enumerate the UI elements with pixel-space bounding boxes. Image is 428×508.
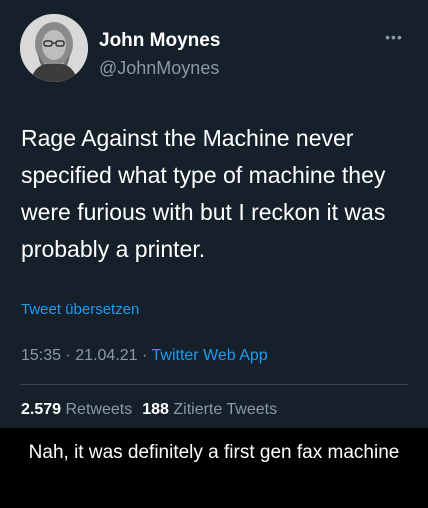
meme-caption: Nah, it was definitely a first gen fax m… [28,442,400,463]
retweets-label: Retweets [65,401,133,418]
tweet-time[interactable]: 15:35 [21,347,61,364]
meta-separator: · [142,347,148,364]
quotes-stat[interactable]: 188 Zitierte Tweets [142,401,277,418]
tweet-card: John Moynes @JohnMoynes ••• Rage Against… [0,0,428,428]
more-horizontal-icon[interactable]: ••• [378,30,410,44]
source-app-link[interactable]: Twitter Web App [152,347,268,364]
meta-separator: · [65,347,71,364]
display-name[interactable]: John Moynes [99,30,220,52]
avatar-portrait-image [20,14,88,82]
tweet-text: Rage Against the Machine never specified… [21,125,386,262]
translate-tweet-link[interactable]: Tweet übersetzen [21,301,139,319]
retweets-stat[interactable]: 2.579 Retweets [21,401,132,418]
quotes-label: Zitierte Tweets [173,401,278,418]
engagement-stats: 2.579 Retweets 188 Zitierte Tweets [21,400,277,420]
avatar[interactable] [20,14,88,82]
retweets-count: 2.579 [21,401,62,418]
quotes-count: 188 [142,401,169,418]
tweet-metadata: 15:35 · 21.04.21 · Twitter Web App [21,346,268,366]
divider [20,384,408,385]
tweet-date[interactable]: 21.04.21 [75,347,137,364]
user-handle[interactable]: @JohnMoynes [99,57,219,79]
